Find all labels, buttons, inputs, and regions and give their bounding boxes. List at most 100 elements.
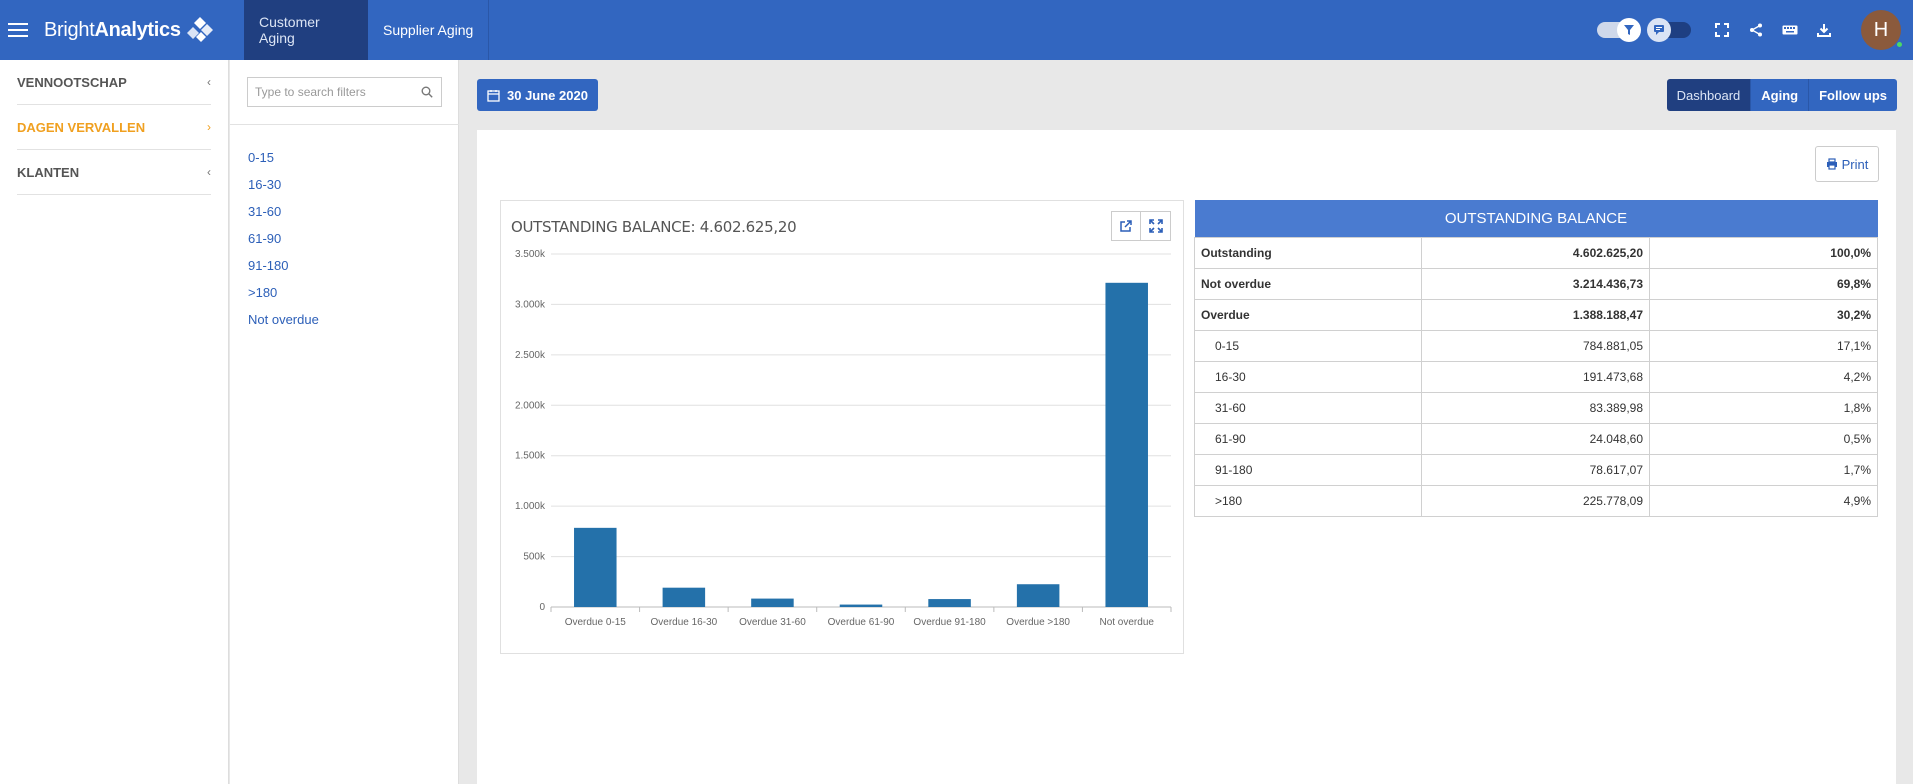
row-label: 91-180: [1194, 453, 1422, 486]
avatar[interactable]: H: [1861, 10, 1903, 50]
logo-mark-icon: [186, 17, 213, 42]
table-row: 31-60 83.389,98 1,8%: [1194, 391, 1878, 424]
sidebar-item-label: KLANTEN: [17, 164, 80, 180]
sidebar-item-klanten[interactable]: KLANTEN ‹: [17, 150, 211, 195]
table-row: Outstanding 4.602.625,20 100,0%: [1194, 236, 1878, 269]
filter-search-input[interactable]: [248, 85, 413, 99]
row-percentage: 17,1%: [1649, 329, 1878, 362]
printer-icon: [1826, 158, 1837, 170]
x-tick-label: Overdue 0-15: [565, 617, 627, 628]
y-tick-label: 2.500k: [515, 350, 546, 361]
print-label: Print: [1841, 156, 1869, 172]
outstanding-balance-chart: OUTSTANDING BALANCE: 4.602.625,20 0 500k 1…: [500, 200, 1184, 654]
tab-aging[interactable]: Aging: [1750, 79, 1809, 111]
row-percentage: 4,2%: [1649, 360, 1878, 393]
share-icon[interactable]: [1739, 0, 1773, 60]
filter-list: 0-15 16-30 31-60 61-90 91-180 >180 Not o…: [248, 148, 319, 337]
row-amount: 191.473,68: [1421, 360, 1650, 393]
hamburger-menu-icon[interactable]: [0, 0, 36, 60]
export-icon: [1120, 220, 1132, 232]
filter-panel: 0-15 16-30 31-60 61-90 91-180 >180 Not o…: [230, 60, 459, 784]
x-tick-label: Not overdue: [1099, 617, 1154, 628]
app-logo[interactable]: BrightAnalytics: [36, 0, 244, 60]
logo-text: BrightAnalytics: [44, 18, 181, 41]
y-tick-label: 1.000k: [515, 501, 546, 512]
dashboard-content: Print OUTSTANDING BALANCE: 4.602.625,20 …: [477, 130, 1896, 784]
download-icon[interactable]: [1807, 0, 1841, 60]
row-amount: 3.214.436,73: [1421, 267, 1650, 300]
bar: [574, 527, 617, 607]
sidebar: VENNOOTSCHAP ‹ DAGEN VERVALLEN › KLANTEN…: [0, 60, 229, 784]
y-tick-label: 1.500k: [515, 451, 546, 462]
row-percentage: 4,9%: [1649, 484, 1878, 517]
x-tick-label: Overdue 31-60: [739, 617, 806, 628]
chevron-left-icon: ‹: [207, 75, 211, 89]
expand-chart-button[interactable]: [1141, 211, 1171, 241]
calendar-icon: [487, 89, 500, 102]
date-label: 30 June 2020: [507, 87, 588, 103]
x-tick-label: Overdue 91-180: [913, 617, 986, 628]
top-right-toolbar: H: [1597, 0, 1913, 60]
bar-chart: 0 500k 1.000k 1.500k 2.000k 2.500k 3.000k 3.500…: [515, 249, 1172, 628]
x-tick-label: Overdue >180: [1006, 617, 1070, 628]
filter-item-61-90[interactable]: 61-90: [248, 229, 319, 256]
y-tick-label: 500k: [523, 552, 546, 563]
y-tick-label: 3.500k: [515, 249, 546, 260]
row-percentage: 1,8%: [1649, 391, 1878, 424]
tab-customer-aging[interactable]: Customer Aging: [244, 0, 368, 60]
y-tick-label: 3.000k: [515, 299, 546, 310]
row-label: Outstanding: [1194, 236, 1422, 269]
sidebar-item-dagen-vervallen[interactable]: DAGEN VERVALLEN ›: [17, 105, 211, 150]
filter-item-91-180[interactable]: 91-180: [248, 256, 319, 283]
nav-divider: [488, 0, 490, 60]
sidebar-item-label: DAGEN VERVALLEN: [17, 119, 146, 135]
row-label: Not overdue: [1194, 267, 1422, 300]
tab-follow-ups[interactable]: Follow ups: [1808, 79, 1897, 111]
export-chart-button[interactable]: [1111, 211, 1141, 241]
x-tick-label: Overdue 61-90: [828, 617, 895, 628]
filter-item-0-15[interactable]: 0-15: [248, 148, 319, 175]
chart-title: OUTSTANDING BALANCE: 4.602.625,20: [511, 218, 797, 236]
x-tick-label: Overdue 16-30: [650, 617, 717, 628]
row-percentage: 0,5%: [1649, 422, 1878, 455]
row-amount: 83.389,98: [1421, 391, 1650, 424]
view-tabs: Dashboard Aging Follow ups: [1666, 79, 1897, 111]
row-percentage: 30,2%: [1649, 298, 1878, 331]
filter-item-not-overdue[interactable]: Not overdue: [248, 310, 319, 337]
date-picker-button[interactable]: 30 June 2020: [477, 79, 598, 111]
bar: [662, 587, 706, 607]
tab-supplier-aging[interactable]: Supplier Aging: [368, 0, 488, 60]
fullscreen-icon[interactable]: [1705, 0, 1739, 60]
bar: [928, 599, 971, 607]
top-bar: BrightAnalytics Customer Aging Supplier …: [0, 0, 1913, 60]
row-amount: 78.617,07: [1421, 453, 1650, 486]
print-button[interactable]: Print: [1815, 146, 1879, 182]
search-icon[interactable]: [413, 86, 441, 98]
comment-toggle[interactable]: [1647, 18, 1691, 42]
filter-item-over-180[interactable]: >180: [248, 283, 319, 310]
bar: [1016, 584, 1060, 607]
table-row: Not overdue 3.214.436,73 69,8%: [1194, 267, 1878, 300]
bar: [839, 604, 883, 607]
sidebar-item-vennootschap[interactable]: VENNOOTSCHAP ‹: [17, 60, 211, 105]
filter-toggle[interactable]: [1597, 18, 1641, 42]
row-amount: 1.388.188,47: [1421, 298, 1650, 331]
row-amount: 4.602.625,20: [1421, 236, 1650, 269]
row-label: >180: [1194, 484, 1422, 517]
tab-dashboard[interactable]: Dashboard: [1666, 79, 1751, 111]
row-amount: 225.778,09: [1421, 484, 1650, 517]
keyboard-icon[interactable]: [1773, 0, 1807, 60]
filter-search-box: [247, 77, 442, 107]
row-percentage: 100,0%: [1649, 236, 1878, 269]
table-row: >180 225.778,09 4,9%: [1194, 484, 1878, 517]
bar: [751, 598, 794, 607]
filter-icon: [1617, 18, 1641, 42]
row-amount: 784.881,05: [1421, 329, 1650, 362]
row-label: 0-15: [1194, 329, 1422, 362]
outstanding-balance-table: OUTSTANDING BALANCE Outstanding 4.602.625…: [1194, 200, 1878, 517]
row-percentage: 1,7%: [1649, 453, 1878, 486]
filter-item-31-60[interactable]: 31-60: [248, 202, 319, 229]
filter-item-16-30[interactable]: 16-30: [248, 175, 319, 202]
row-percentage: 69,8%: [1649, 267, 1878, 300]
expand-icon: [1148, 219, 1163, 233]
